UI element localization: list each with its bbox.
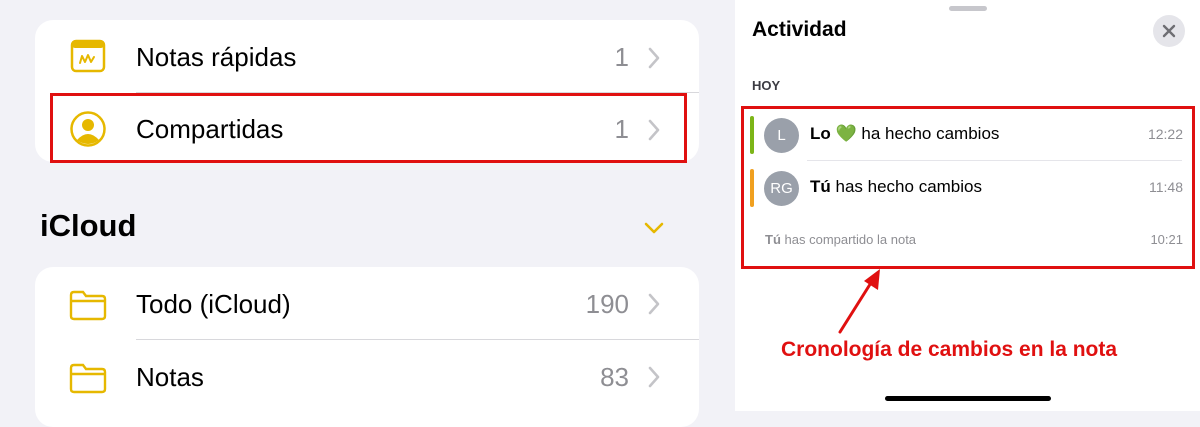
folder-label: Notas rápidas xyxy=(136,42,297,72)
folder-icon xyxy=(69,359,107,397)
folder-label: Todo (iCloud) xyxy=(136,289,291,319)
icloud-folders-card: Todo (iCloud) 190 Notas 83 xyxy=(35,267,699,427)
folder-count: 190 xyxy=(585,289,629,319)
close-icon xyxy=(1162,24,1176,38)
quick-note-icon xyxy=(69,37,107,75)
highlight-box-shared xyxy=(50,93,687,163)
chevron-right-icon xyxy=(648,366,660,388)
home-indicator[interactable] xyxy=(885,396,1051,401)
annotation-label: Cronología de cambios en la nota xyxy=(781,338,1118,361)
highlight-box-activity xyxy=(741,106,1195,269)
section-title-icloud: iCloud xyxy=(40,208,137,243)
folder-row-all-icloud[interactable]: Todo (iCloud) 190 xyxy=(35,267,699,339)
folder-row-notes[interactable]: Notas 83 xyxy=(35,340,699,412)
chevron-right-icon xyxy=(648,293,660,315)
close-button[interactable] xyxy=(1153,15,1185,47)
sheet-grabber[interactable] xyxy=(949,6,987,11)
section-header-today: HOY xyxy=(752,78,781,93)
activity-sheet: Actividad HOY L Lo 💚 ha hecho cambios 12… xyxy=(735,0,1200,411)
folders-panel: Notas rápidas 1 Compartidas 1 iCloud Tod… xyxy=(0,0,735,427)
folder-icon xyxy=(69,286,107,324)
sheet-title: Actividad xyxy=(752,18,847,41)
chevron-down-icon[interactable] xyxy=(642,220,666,236)
folder-label: Notas xyxy=(136,362,204,392)
folder-count: 83 xyxy=(600,362,629,392)
annotation-arrow-icon xyxy=(838,269,880,334)
folder-row-quick-notes[interactable]: Notas rápidas 1 xyxy=(35,20,699,92)
chevron-right-icon xyxy=(648,47,660,69)
folder-count: 1 xyxy=(614,42,629,72)
